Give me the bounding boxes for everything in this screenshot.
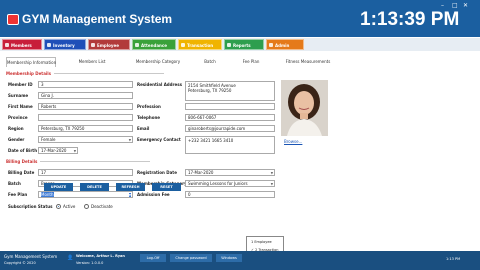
change-password-button[interactable]: Change password: [170, 254, 212, 262]
membership-category-select[interactable]: Swimming Lessons for Juniors ▼: [185, 180, 275, 187]
chevron-down-icon: ▼: [128, 193, 131, 197]
member-id-label: Member ID: [8, 82, 33, 87]
admission-fee-label: Admission Fee: [137, 192, 170, 197]
close-icon[interactable]: ✕: [463, 2, 468, 9]
section-divider: [54, 73, 164, 74]
calendar-icon: ▼: [270, 171, 273, 175]
app-logo-icon: [7, 14, 19, 25]
status-app-name: Gym Management System: [4, 254, 58, 259]
dob-label: Date of Birth: [8, 148, 38, 153]
maximize-icon[interactable]: □: [452, 2, 458, 9]
menu-attendance[interactable]: Attendance: [132, 39, 176, 50]
firstname-label: First Name: [8, 104, 33, 109]
version-text: Version: 1.0.0.0: [76, 261, 104, 265]
user-icon: 👤: [67, 255, 74, 261]
admin-icon: [269, 43, 273, 47]
logoff-button[interactable]: Log-Off: [140, 254, 166, 262]
calendar-icon: ▼: [73, 149, 76, 153]
profession-field[interactable]: [185, 103, 275, 110]
residential-label: Residential Address: [137, 82, 182, 87]
tab-membership-information[interactable]: Membership Information: [6, 57, 56, 67]
section-divider: [40, 161, 150, 162]
registration-date-picker[interactable]: 17-Mar-2020 ▼: [185, 169, 275, 176]
tab-fee-plan[interactable]: Fee Plan: [234, 57, 268, 67]
dob-picker[interactable]: 17-Mar-2020 ▼: [38, 147, 78, 154]
tab-membership-category[interactable]: Membership Category: [128, 57, 188, 67]
update-button[interactable]: UPDATE: [44, 183, 73, 191]
email-field[interactable]: ginaroberts@jourrapide.com: [185, 125, 275, 132]
subscription-status-label: Subscription Status: [8, 204, 53, 209]
welcome-text: Welcome, Arthur L. Ryan: [76, 254, 125, 258]
batch-label: Batch: [8, 181, 21, 186]
refresh-button[interactable]: REFRESH: [116, 183, 145, 191]
menu-inventory[interactable]: Inventory: [44, 39, 86, 50]
member-id-field[interactable]: 3: [38, 81, 133, 88]
tab-strip: Membership Information Members List Memb…: [0, 57, 350, 67]
tab-batch[interactable]: Batch: [196, 57, 224, 67]
gender-select[interactable]: Female ▼: [38, 136, 133, 143]
fee-plan-label: Fee Plan: [8, 192, 28, 197]
reports-icon: [227, 43, 231, 47]
member-portrait-icon: [281, 80, 328, 136]
province-field[interactable]: [38, 114, 133, 121]
region-field[interactable]: Petersburg, TX 79250: [38, 125, 133, 132]
surname-field[interactable]: Gina J.: [38, 92, 133, 99]
windows-button[interactable]: Windows: [216, 254, 242, 262]
status-copyright: Copyright © 2020: [4, 261, 36, 265]
status-deactivate-label: Deactivate: [91, 204, 113, 209]
popup-item-employee[interactable]: 1 Employee: [251, 240, 272, 244]
emergency-label: Emergency Contact: [137, 137, 181, 142]
tab-members-list[interactable]: Members List: [70, 57, 114, 67]
minimize-icon[interactable]: –: [441, 2, 444, 9]
menu-admin[interactable]: Admin: [266, 39, 304, 50]
member-photo: [281, 80, 328, 136]
chevron-down-icon: ▼: [128, 138, 131, 142]
fee-plan-select[interactable]: Month ▼: [38, 191, 133, 198]
residential-address-field[interactable]: 2154 Smithfield Avenue Petersburg, TX 79…: [185, 81, 275, 101]
app-header: GYM Management System 1:13:39 PM – □ ✕: [0, 0, 480, 37]
delete-button[interactable]: DELETE: [80, 183, 109, 191]
membership-details-heading: Membership Details: [6, 71, 52, 76]
menu-reports[interactable]: Reports: [224, 39, 264, 50]
attendance-icon: [135, 43, 139, 47]
firstname-field[interactable]: Roberts: [38, 103, 133, 110]
chevron-down-icon: ▼: [270, 182, 273, 186]
menu-members[interactable]: Members: [2, 39, 42, 50]
inventory-icon: [47, 43, 51, 47]
menu-employee[interactable]: Employee: [88, 39, 130, 50]
status-deactivate-radio[interactable]: [84, 204, 89, 209]
telephone-label: Telephone: [137, 115, 161, 120]
browse-link[interactable]: Browse...: [284, 139, 302, 144]
transaction-icon: [181, 43, 185, 47]
status-active-label: Active: [63, 204, 76, 209]
status-active-radio[interactable]: [56, 204, 61, 209]
surname-label: Surname: [8, 93, 29, 98]
tab-fitness-measurements[interactable]: Fitness Measurements: [276, 57, 340, 67]
province-label: Province: [8, 115, 28, 120]
region-label: Region: [8, 126, 24, 131]
employee-icon: [91, 43, 95, 47]
emergency-contact-field[interactable]: +232 3421 1665 3410: [185, 136, 275, 154]
main-menu: Members Inventory Employee Attendance Tr…: [0, 38, 480, 51]
gender-label: Gender: [8, 137, 25, 142]
registration-date-label: Registration Date: [137, 170, 177, 175]
app-title: GYM Management System: [22, 12, 173, 26]
billing-date-label: Billing Date: [8, 170, 35, 175]
menu-transaction[interactable]: Transaction: [178, 39, 222, 50]
reset-button[interactable]: RESET: [152, 183, 181, 191]
profession-label: Profession: [137, 104, 161, 109]
clock: 1:13:39 PM: [360, 9, 460, 30]
email-label: Email: [137, 126, 150, 131]
members-icon: [5, 43, 9, 47]
billing-details-heading: Billing Details: [6, 159, 38, 164]
status-right-text: 1:13 PM: [446, 257, 461, 261]
admission-fee-field[interactable]: 0: [185, 191, 275, 198]
telephone-field[interactable]: 806-667-0067: [185, 114, 275, 121]
billing-date-field[interactable]: 17: [38, 169, 133, 176]
